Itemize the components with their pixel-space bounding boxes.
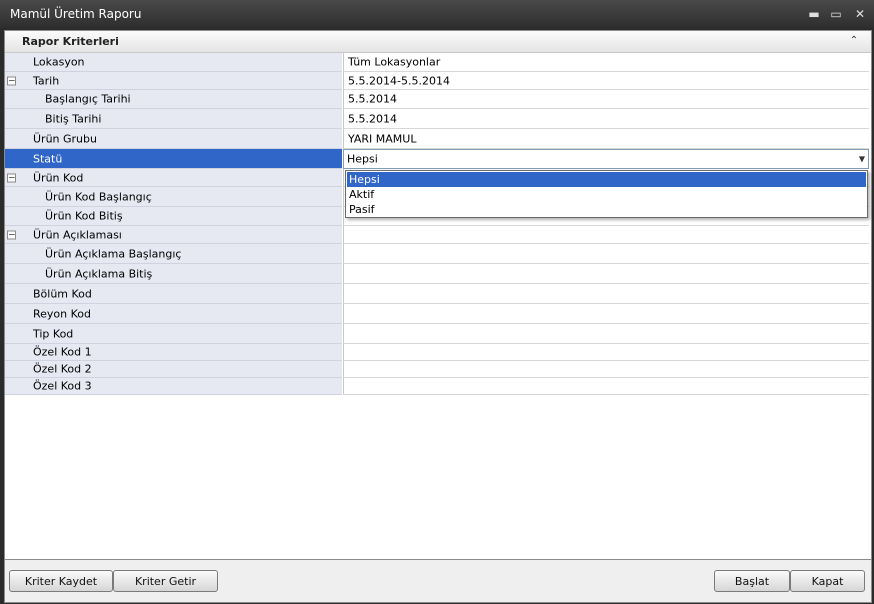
row-label: Ürün Kod Bitiş <box>45 209 123 223</box>
row-label: Ürün Açıklama Başlangıç <box>45 247 182 260</box>
minimize-icon[interactable]: ▬ <box>804 5 824 23</box>
row-label: Ürün Açıklama Bitiş <box>45 267 153 280</box>
baslat-button[interactable]: Başlat <box>714 570 790 592</box>
row-urun-aciklama-baslangic[interactable]: Ürün Açıklama Başlangıç <box>5 244 869 264</box>
row-label: Tarih <box>33 74 60 87</box>
row-label: Başlangıç Tarihi <box>45 92 131 106</box>
row-label: Bölüm Kod <box>33 287 92 300</box>
window-title: Mamül Üretim Raporu <box>10 7 142 21</box>
report-window: Mamül Üretim Raporu ▬ ▭ ✕ Rapor Kriterle… <box>0 0 874 604</box>
row-lokasyon[interactable]: Lokasyon Tüm Lokasyonlar <box>5 53 869 72</box>
row-ozel-kod-3[interactable]: Özel Kod 3 <box>5 378 869 395</box>
group-title: Rapor Kriterleri <box>22 35 119 48</box>
row-label: Özel Kod 2 <box>33 362 92 376</box>
row-tip-kod[interactable]: Tip Kod <box>5 324 869 344</box>
collapse-tarih-icon[interactable]: − <box>7 76 16 86</box>
row-label: Özel Kod 3 <box>33 379 92 393</box>
row-statu[interactable]: Statü Hepsi ▼ <box>5 149 869 169</box>
dropdown-option[interactable]: Pasif <box>347 202 866 217</box>
row-label: Reyon Kod <box>33 307 92 320</box>
row-bolum-kod[interactable]: Bölüm Kod <box>5 284 869 304</box>
dropdown-option[interactable]: Aktif <box>347 187 866 202</box>
criteria-panel: Rapor Kriterleri ⌃ Lokasyon Tüm Lokasyon… <box>4 30 872 560</box>
kriter-kaydet-button[interactable]: Kriter Kaydet <box>9 570 113 592</box>
row-label: Özel Kod 1 <box>33 345 92 359</box>
maximize-icon[interactable]: ▭ <box>826 5 846 23</box>
row-reyon-kod[interactable]: Reyon Kod <box>5 304 869 324</box>
collapse-urun-aciklamasi-icon[interactable]: − <box>7 230 16 240</box>
group-header[interactable]: Rapor Kriterleri ⌃ <box>5 31 871 53</box>
combo-value: Hepsi <box>347 152 378 166</box>
row-label: Tip Kod <box>33 327 74 340</box>
dropdown-option[interactable]: Hepsi <box>347 172 866 187</box>
row-label: Bitiş Tarihi <box>45 112 102 125</box>
row-label: Ürün Kod Başlangıç <box>45 190 152 203</box>
row-value[interactable]: 5.5.2014 <box>348 112 397 125</box>
footer-bar: Kriter Kaydet Kriter Getir Başlat Kapat <box>4 559 872 603</box>
row-urun-aciklama-bitis[interactable]: Ürün Açıklama Bitiş <box>5 264 869 284</box>
row-label: Statü <box>33 152 63 165</box>
row-tarih[interactable]: − Tarih 5.5.2014-5.5.2014 <box>5 72 869 90</box>
chevron-down-icon[interactable]: ▼ <box>859 155 865 164</box>
collapse-icon[interactable]: ⌃ <box>847 34 861 48</box>
row-value[interactable]: 5.5.2014-5.5.2014 <box>348 74 450 87</box>
statu-dropdown-list[interactable]: Hepsi Aktif Pasif <box>345 170 868 218</box>
row-ozel-kod-1[interactable]: Özel Kod 1 <box>5 344 869 361</box>
row-label: Ürün Kod <box>33 171 84 184</box>
row-urun-grubu[interactable]: Ürün Grubu YARI MAMUL <box>5 129 869 149</box>
row-value[interactable]: Tüm Lokasyonlar <box>348 56 440 69</box>
row-baslangic-tarihi[interactable]: Başlangıç Tarihi 5.5.2014 <box>5 90 869 109</box>
row-value[interactable]: 5.5.2014 <box>348 93 397 106</box>
title-bar[interactable]: Mamül Üretim Raporu ▬ ▭ ✕ <box>0 0 874 28</box>
kapat-button[interactable]: Kapat <box>790 570 865 592</box>
collapse-urun-kod-icon[interactable]: − <box>7 173 16 183</box>
row-ozel-kod-2[interactable]: Özel Kod 2 <box>5 361 869 378</box>
statu-combobox[interactable]: Hepsi ▼ <box>343 149 869 169</box>
close-icon[interactable]: ✕ <box>850 5 870 23</box>
row-bitis-tarihi[interactable]: Bitiş Tarihi 5.5.2014 <box>5 109 869 129</box>
row-urun-aciklamasi[interactable]: − Ürün Açıklaması <box>5 226 869 244</box>
kriter-getir-button[interactable]: Kriter Getir <box>113 570 218 592</box>
row-label: Ürün Grubu <box>33 132 97 145</box>
row-value[interactable]: YARI MAMUL <box>348 132 416 145</box>
row-label: Lokasyon <box>33 55 85 69</box>
row-label: Ürün Açıklaması <box>33 228 122 241</box>
